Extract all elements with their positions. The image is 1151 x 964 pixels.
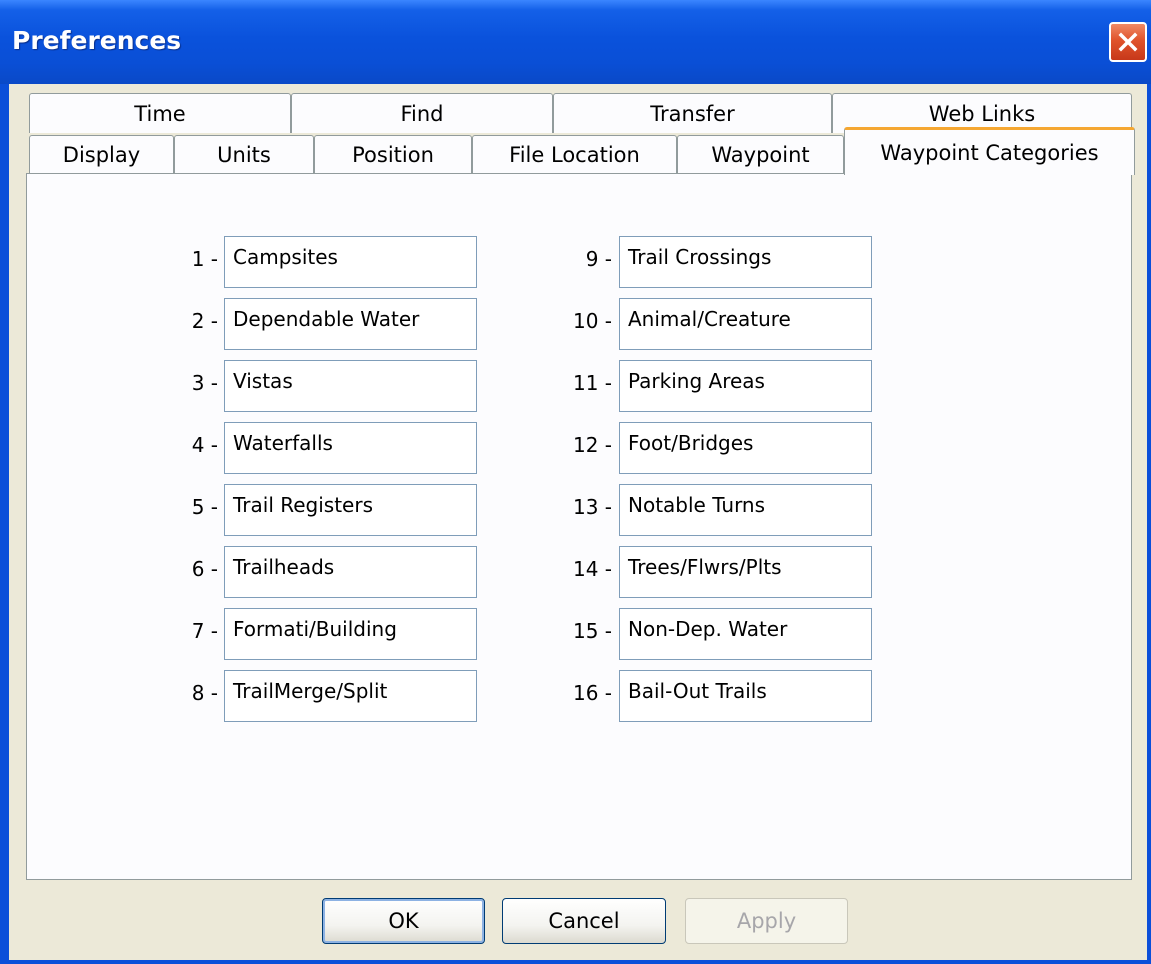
category-field-4[interactable]: Waterfalls	[224, 422, 477, 474]
category-number: 6 -	[191, 557, 218, 581]
tab-waypoint[interactable]: Waypoint	[677, 135, 844, 174]
category-number: 4 -	[191, 433, 218, 457]
tab-waypoint-categories[interactable]: Waypoint Categories	[844, 127, 1135, 175]
category-field-14[interactable]: Trees/Flwrs/Plts	[619, 546, 872, 598]
tab-display[interactable]: Display	[29, 135, 174, 174]
category-field-2[interactable]: Dependable Water	[224, 298, 477, 350]
category-number: 10 -	[572, 309, 612, 333]
tab-label: Find	[400, 101, 444, 126]
category-field-9[interactable]: Trail Crossings	[619, 236, 872, 288]
tab-label: Waypoint	[711, 143, 810, 167]
tab-label: File Location	[509, 143, 640, 167]
tab-label: Display	[62, 143, 141, 167]
category-field-1[interactable]: Campsites	[224, 236, 477, 288]
tab-position[interactable]: Position	[314, 135, 472, 174]
tab-label: Waypoint Categories	[880, 140, 1099, 165]
tab-label: Web Links	[928, 101, 1036, 126]
tab-find[interactable]: Find	[291, 93, 553, 133]
category-field-5[interactable]: Trail Registers	[224, 484, 477, 536]
category-number: 8 -	[191, 681, 218, 705]
cancel-label: Cancel	[548, 909, 620, 933]
category-number: 14 -	[572, 557, 612, 581]
category-number: 9 -	[585, 247, 612, 271]
close-button[interactable]	[1109, 22, 1147, 62]
ok-button[interactable]: OK	[322, 898, 485, 944]
category-number: 12 -	[572, 433, 612, 457]
category-number: 7 -	[191, 619, 218, 643]
tab-label: Time	[134, 101, 186, 126]
apply-button: Apply	[685, 898, 848, 944]
category-number: 15 -	[572, 619, 612, 643]
waypoint-categories-panel: 1 - Campsites 2 - Dependable Water 3 - V…	[26, 173, 1132, 880]
tab-transfer[interactable]: Transfer	[553, 93, 832, 133]
tab-file-location[interactable]: File Location	[472, 135, 677, 174]
category-field-7[interactable]: Formati/Building	[224, 608, 477, 660]
category-number: 3 -	[191, 371, 218, 395]
category-field-11[interactable]: Parking Areas	[619, 360, 872, 412]
category-number: 5 -	[191, 495, 218, 519]
category-number: 1 -	[191, 247, 218, 271]
category-field-10[interactable]: Animal/Creature	[619, 298, 872, 350]
tab-time[interactable]: Time	[29, 93, 291, 133]
tab-label: Units	[217, 143, 271, 167]
category-field-8[interactable]: TrailMerge/Split	[224, 670, 477, 722]
category-number: 11 -	[572, 371, 612, 395]
tab-units[interactable]: Units	[174, 135, 314, 174]
category-number: 16 -	[572, 681, 612, 705]
tab-label: Position	[352, 143, 434, 167]
close-icon	[1118, 32, 1138, 52]
category-field-6[interactable]: Trailheads	[224, 546, 477, 598]
category-field-3[interactable]: Vistas	[224, 360, 477, 412]
category-field-16[interactable]: Bail-Out Trails	[619, 670, 872, 722]
window-title: Preferences	[12, 26, 182, 55]
preferences-dialog: Preferences Time Find Transfer Web Links…	[0, 0, 1151, 964]
ok-label: OK	[388, 909, 419, 933]
category-field-15[interactable]: Non-Dep. Water	[619, 608, 872, 660]
category-field-12[interactable]: Foot/Bridges	[619, 422, 872, 474]
category-number: 13 -	[572, 495, 612, 519]
cancel-button[interactable]: Cancel	[502, 898, 666, 944]
apply-label: Apply	[736, 909, 797, 933]
category-number: 2 -	[191, 309, 218, 333]
title-bar[interactable]: Preferences	[0, 0, 1151, 84]
category-field-13[interactable]: Notable Turns	[619, 484, 872, 536]
tab-label: Transfer	[650, 101, 735, 126]
